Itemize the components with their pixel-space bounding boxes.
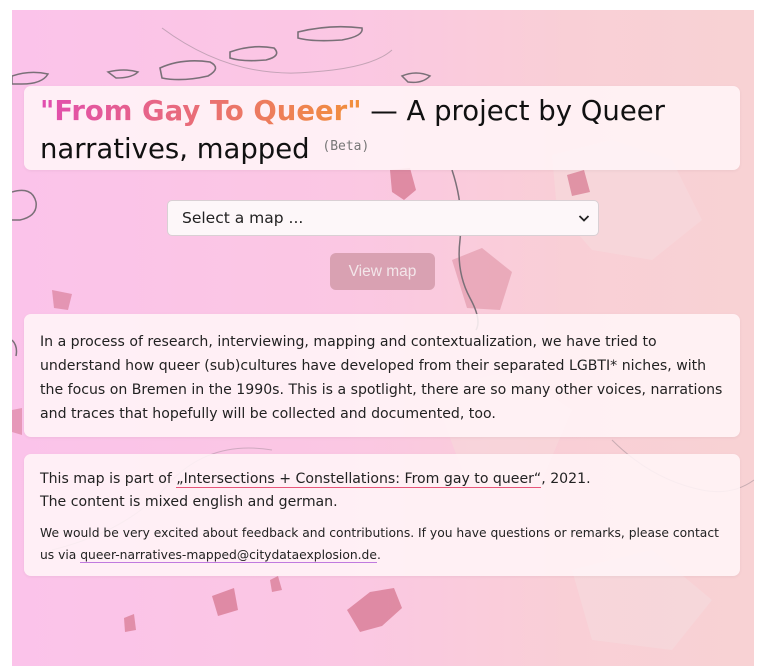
map-region-shape	[347, 588, 402, 632]
page-title: "From Gay To Queer" — A project by Queer…	[40, 94, 730, 167]
map-select-dropdown[interactable]: Select a map ...	[167, 200, 599, 236]
info-line1-suffix: , 2021.	[541, 471, 591, 487]
map-region-shape	[270, 576, 282, 592]
chevron-down-icon	[578, 215, 590, 222]
view-map-button[interactable]: View map	[330, 253, 435, 290]
info-line1-prefix: This map is part of	[40, 471, 177, 487]
map-select-value: Select a map ...	[182, 209, 304, 227]
project-link[interactable]: „Intersections + Constellations: From ga…	[176, 471, 542, 488]
map-region-shape	[12, 408, 22, 435]
map-coastline	[451, 169, 479, 331]
info-project-line: This map is part of „Intersections + Con…	[40, 468, 730, 491]
map-background-area: "From Gay To Queer" — A project by Queer…	[12, 10, 754, 666]
map-island-outline	[297, 25, 363, 42]
map-region-shape	[212, 588, 238, 616]
map-island-outline	[12, 71, 50, 85]
map-island-outline	[106, 69, 140, 79]
contact-email-link[interactable]: queer-narratives-mapped@citydataexplosio…	[80, 548, 377, 563]
description-panel: In a process of research, interviewing, …	[24, 314, 740, 437]
beta-badge: (Beta)	[322, 139, 370, 154]
map-region-shape	[390, 168, 416, 200]
info-panel: This map is part of „Intersections + Con…	[24, 454, 740, 576]
map-region-shape	[124, 614, 136, 632]
map-island-outline	[229, 45, 278, 62]
map-island-outline	[400, 72, 432, 84]
map-island-outline	[159, 60, 217, 81]
info-language-line: The content is mixed english and german.	[40, 494, 338, 510]
header-panel: "From Gay To Queer" — A project by Queer…	[24, 86, 740, 170]
description-text: In a process of research, interviewing, …	[40, 334, 723, 422]
map-coastline	[12, 189, 37, 221]
title-highlight: "From Gay To Queer"	[40, 95, 362, 127]
map-region-shape	[452, 248, 512, 310]
map-coastline	[12, 339, 18, 357]
info-contact-line: We would be very excited about feedback …	[40, 522, 730, 566]
map-region-shape	[52, 290, 72, 310]
info-line3-suffix: .	[376, 548, 381, 562]
